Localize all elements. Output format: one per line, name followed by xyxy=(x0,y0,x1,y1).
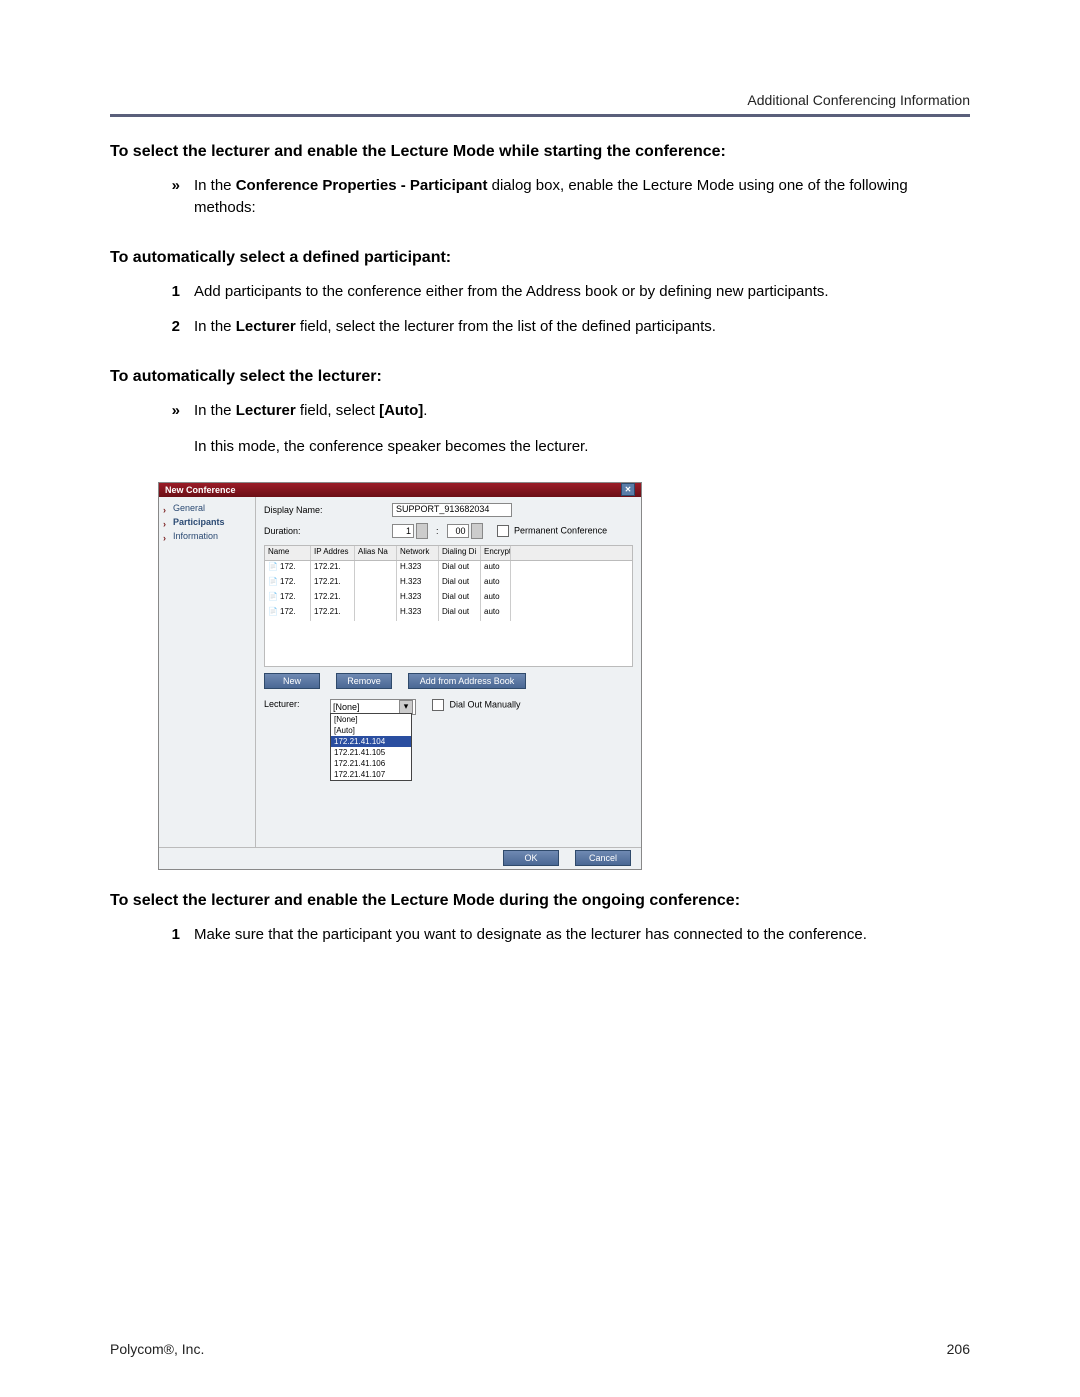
participant-icon xyxy=(268,607,278,617)
list-item: Make sure that the participant you want … xyxy=(194,924,867,954)
add-from-address-book-button[interactable]: Add from Address Book xyxy=(408,673,526,689)
new-button[interactable]: New xyxy=(264,673,320,689)
list-marker: » xyxy=(156,175,180,197)
participant-icon xyxy=(268,577,278,587)
section-heading: To automatically select the lecturer: xyxy=(110,368,970,386)
cancel-button[interactable]: Cancel xyxy=(575,850,631,866)
permanent-conference-label: Permanent Conference xyxy=(514,525,607,535)
duration-hours-stepper[interactable]: 1 xyxy=(392,523,428,539)
lecturer-label: Lecturer: xyxy=(264,699,322,709)
list-item: In the Lecturer field, select the lectur… xyxy=(194,316,716,346)
dialog-new-conference: New Conference ✕ General Participants Info… xyxy=(158,482,642,870)
lecturer-option[interactable]: 172.21.41.106 xyxy=(331,758,411,769)
sidebar-item-information[interactable]: Information xyxy=(163,531,251,541)
remove-button[interactable]: Remove xyxy=(336,673,392,689)
dialog-title: New Conference xyxy=(165,485,236,495)
duration-label: Duration: xyxy=(264,526,384,536)
footer-company: Polycom®, Inc. xyxy=(110,1341,204,1357)
sidebar-item-general[interactable]: General xyxy=(163,503,251,513)
lecturer-option[interactable]: [None] xyxy=(331,714,411,725)
list-item: Add participants to the conference eithe… xyxy=(194,281,829,311)
display-name-label: Display Name: xyxy=(264,505,384,515)
dialog-sidebar: General Participants Information xyxy=(159,497,256,847)
table-header: NameIP AddresAlias NaNetworkDialing DiEn… xyxy=(265,546,632,561)
dialog-titlebar: New Conference ✕ xyxy=(159,483,641,497)
close-icon[interactable]: ✕ xyxy=(621,483,635,496)
participants-table[interactable]: NameIP AddresAlias NaNetworkDialing DiEn… xyxy=(264,545,633,667)
list-marker: » xyxy=(156,400,180,422)
list-item: In the Lecturer field, select [Auto]. xyxy=(194,400,427,430)
chevron-right-icon xyxy=(163,533,169,539)
sidebar-item-participants[interactable]: Participants xyxy=(163,517,251,527)
ok-button[interactable]: OK xyxy=(503,850,559,866)
section-heading: To select the lecturer and enable the Le… xyxy=(110,143,970,161)
section-heading: To select the lecturer and enable the Le… xyxy=(110,892,970,910)
lecturer-option[interactable]: 172.21.41.107 xyxy=(331,769,411,780)
participant-icon xyxy=(268,592,278,602)
chevron-right-icon xyxy=(163,519,169,525)
lecturer-select[interactable]: [None] ▾ [None][Auto]172.21.41.104172.21… xyxy=(330,699,416,715)
list-marker: 1 xyxy=(156,281,180,303)
dial-out-manually-label: Dial Out Manually xyxy=(450,699,521,709)
page-header: Additional Conferencing Information xyxy=(110,92,970,108)
lecturer-option[interactable]: 172.21.41.104 xyxy=(331,736,411,747)
participant-icon xyxy=(268,562,278,572)
duration-separator: : xyxy=(436,526,439,536)
table-row[interactable]: 172.172.21.H.323Dial outauto xyxy=(265,606,632,621)
list-item: In the Conference Properties - Participa… xyxy=(194,175,970,227)
chevron-down-icon[interactable]: ▾ xyxy=(399,700,413,714)
table-row[interactable]: 172.172.21.H.323Dial outauto xyxy=(265,591,632,606)
list-marker: 1 xyxy=(156,924,180,946)
footer-page-number: 206 xyxy=(947,1341,970,1357)
table-row[interactable]: 172.172.21.H.323Dial outauto xyxy=(265,576,632,591)
duration-minutes-stepper[interactable]: 00 xyxy=(447,523,483,539)
lecturer-option[interactable]: 172.21.41.105 xyxy=(331,747,411,758)
dial-out-manually-checkbox[interactable] xyxy=(432,699,444,711)
lecturer-option[interactable]: [Auto] xyxy=(331,725,411,736)
header-rule xyxy=(110,114,970,117)
lecturer-value: [None] xyxy=(333,702,360,712)
display-name-field[interactable]: SUPPORT_913682034 xyxy=(392,503,512,517)
permanent-conference-checkbox[interactable] xyxy=(497,525,509,537)
chevron-right-icon xyxy=(163,505,169,511)
section-heading: To automatically select a defined partic… xyxy=(110,249,970,267)
list-item: In this mode, the conference speaker bec… xyxy=(194,436,588,466)
list-marker: 2 xyxy=(156,316,180,338)
table-row[interactable]: 172.172.21.H.323Dial outauto xyxy=(265,561,632,576)
